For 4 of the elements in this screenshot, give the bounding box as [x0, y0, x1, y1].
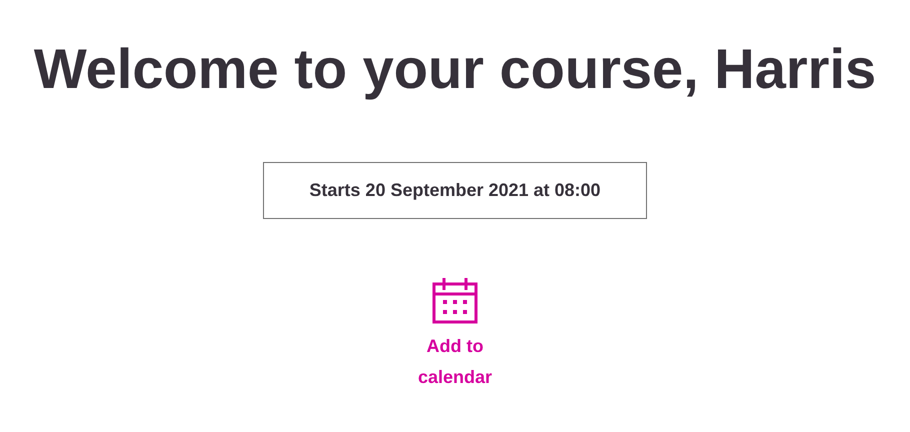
calendar-icon [432, 277, 478, 325]
start-date-box: Starts 20 September 2021 at 08:00 [263, 162, 647, 219]
page-heading: Welcome to your course, Harris [34, 36, 876, 102]
add-to-calendar-link[interactable]: Add to calendar [405, 277, 505, 393]
